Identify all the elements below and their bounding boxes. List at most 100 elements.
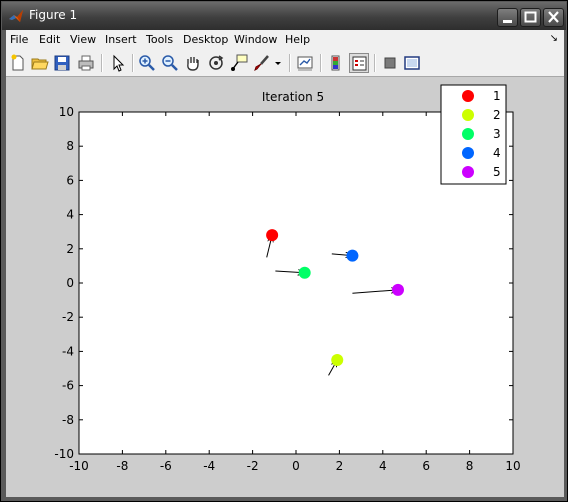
x-tick-label: -2 — [247, 459, 259, 473]
x-tick-label: 4 — [379, 459, 387, 473]
data-point[interactable] — [266, 229, 279, 242]
hide-plot-tools-button[interactable] — [380, 53, 400, 73]
dropdown-arrow-icon — [275, 62, 281, 65]
zoom-in-button[interactable] — [137, 53, 157, 73]
y-tick-label: 0 — [66, 276, 74, 290]
hide-plot-tools-icon — [384, 57, 396, 69]
colorbar-icon — [331, 55, 340, 71]
data-point[interactable] — [331, 353, 344, 366]
x-tick-label: 8 — [466, 459, 474, 473]
zoom-out-button[interactable] — [160, 53, 180, 73]
legend-label: 3 — [493, 127, 501, 141]
zoom-out-icon — [162, 55, 178, 71]
brush-dropdown-button[interactable] — [273, 53, 283, 73]
menu-window[interactable]: Window — [234, 33, 277, 46]
legend-label: 4 — [493, 146, 501, 160]
close-button[interactable] — [543, 8, 564, 27]
matlab-logo-icon — [9, 10, 23, 22]
legend-label: 2 — [493, 108, 501, 122]
figure-client-area: File Edit View Insert Tools Desktop Wind… — [6, 30, 564, 497]
data-point[interactable] — [298, 266, 311, 279]
x-tick-label: 2 — [336, 459, 344, 473]
figure-canvas[interactable]: Iteration 5 -10 -8 -6 -4 -2 0 2 4 6 8 10 -10 -8 -6 -4-… — [6, 77, 564, 497]
menu-file[interactable]: File — [10, 33, 28, 46]
toolbar-separator — [101, 54, 103, 72]
menu-edit[interactable]: Edit — [39, 33, 60, 46]
legend-marker — [462, 90, 474, 102]
legend-marker — [462, 128, 474, 140]
data-cursor-button[interactable] — [229, 53, 249, 73]
x-tick-label: -4 — [203, 459, 215, 473]
y-tick-label: 4 — [66, 208, 74, 222]
save-figure-button[interactable] — [52, 53, 72, 73]
menu-insert[interactable]: Insert — [105, 33, 137, 46]
toolbar-separator — [320, 54, 322, 72]
legend-marker — [462, 109, 474, 121]
print-figure-button[interactable] — [76, 53, 96, 73]
legend[interactable]: 1 2 3 4 5 — [440, 84, 507, 185]
brush-icon — [254, 55, 269, 71]
data-point[interactable] — [391, 283, 404, 296]
x-tick-label: -6 — [160, 459, 172, 473]
y-tick-label: -6 — [62, 379, 74, 393]
menu-view[interactable]: View — [70, 33, 96, 46]
plot-svg[interactable]: Iteration 5 -10 -8 -6 -4 -2 0 2 4 6 8 10-10-8-6-4-… — [6, 77, 564, 497]
y-tick-label: -10 — [54, 447, 74, 461]
data-point[interactable] — [346, 249, 359, 262]
x-tick-label: 10 — [505, 459, 520, 473]
link-plot-button[interactable] — [295, 53, 315, 73]
folder-open-icon — [31, 58, 49, 70]
dock-arrow-icon[interactable]: ↘ — [550, 33, 558, 44]
zoom-in-icon — [139, 55, 155, 71]
new-document-icon — [11, 54, 24, 71]
toolbar-separator — [132, 54, 134, 72]
figure-window: Figure 1 File Edit View Insert Tools Des… — [0, 0, 568, 502]
y-tick-label: 6 — [66, 173, 74, 187]
save-icon — [54, 55, 70, 71]
y-tick-label: -4 — [62, 344, 74, 358]
toolbar-separator — [374, 54, 376, 72]
pan-button[interactable] — [183, 53, 203, 73]
show-plot-tools-icon — [404, 56, 420, 70]
window-title: Figure 1 — [29, 8, 78, 22]
x-tick-label: 0 — [292, 459, 300, 473]
menu-desktop[interactable]: Desktop — [183, 33, 228, 46]
menu-bar: File Edit View Insert Tools Desktop Wind… — [6, 30, 564, 50]
legend-marker — [462, 166, 474, 178]
chart-title: Iteration 5 — [262, 90, 324, 104]
toolbar-separator — [289, 54, 291, 72]
maximize-icon — [524, 11, 537, 23]
y-tick-label: -8 — [62, 413, 74, 427]
legend-marker — [462, 147, 474, 159]
legend-icon — [352, 56, 367, 71]
arrow-pointer-icon — [113, 54, 125, 72]
y-tick-label: 10 — [59, 105, 74, 119]
menu-help[interactable]: Help — [285, 33, 310, 46]
maximize-button[interactable] — [520, 8, 541, 27]
minimize-button[interactable] — [497, 8, 518, 27]
link-plot-icon — [297, 56, 313, 71]
hand-icon — [187, 57, 199, 71]
x-tick-label: -8 — [116, 459, 128, 473]
close-icon — [548, 11, 559, 23]
brush-button[interactable] — [252, 53, 272, 73]
rotate-icon — [209, 55, 224, 70]
legend-label: 1 — [493, 89, 501, 103]
minimize-icon — [503, 20, 512, 23]
x-tick-label: -10 — [69, 459, 89, 473]
title-bar[interactable]: Figure 1 — [2, 2, 566, 30]
menu-tools[interactable]: Tools — [146, 33, 173, 46]
y-tick-label: 2 — [66, 242, 74, 256]
insert-colorbar-button[interactable] — [326, 53, 346, 73]
new-figure-button[interactable] — [8, 53, 28, 73]
insert-legend-button[interactable] — [349, 53, 369, 73]
y-tick-label: 8 — [66, 139, 74, 153]
figure-toolbar — [6, 50, 564, 77]
data-cursor-icon — [231, 54, 248, 71]
legend-label: 5 — [493, 165, 501, 179]
rotate-3d-button[interactable] — [206, 53, 226, 73]
edit-plot-button[interactable] — [107, 53, 127, 73]
y-tick-label: -2 — [62, 310, 74, 324]
show-plot-tools-button[interactable] — [402, 53, 422, 73]
open-file-button[interactable] — [30, 53, 50, 73]
